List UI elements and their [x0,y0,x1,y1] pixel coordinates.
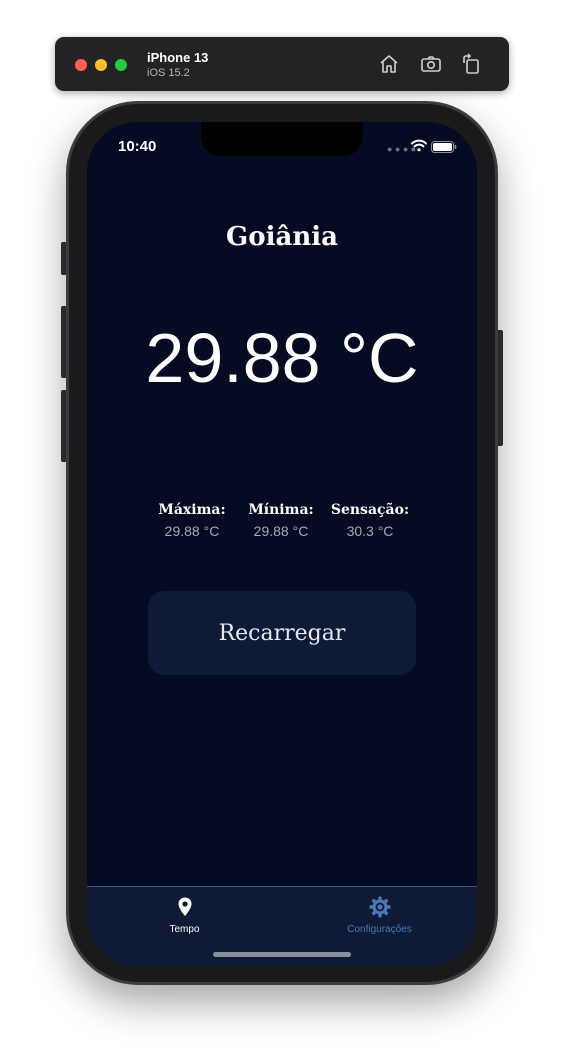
minimize-window-button[interactable] [95,59,107,71]
battery-icon [431,140,457,158]
rotate-icon[interactable] [459,52,483,76]
screenshot-icon[interactable] [419,52,443,76]
device-name: iPhone 13 [147,50,209,65]
os-version: iOS 15.2 [147,67,190,79]
current-temperature: 29.88 °C [145,319,419,397]
notch [201,122,363,156]
zoom-window-button[interactable] [115,59,127,71]
home-icon[interactable] [377,52,401,76]
status-time: 10:40 [118,138,157,155]
stat-feels-like-label: Sensação: [330,502,410,518]
tab-weather[interactable]: Tempo [87,887,282,957]
location-pin-icon [173,895,197,919]
stat-feels-like-value: 30.3 °C [346,523,394,539]
simulator-window: iPhone 13 iOS 15.2 10:40 ● ● ● ● Goiânia… [0,0,564,1062]
city-name: Goiânia [226,222,338,252]
tab-weather-label: Tempo [169,924,200,935]
close-window-button[interactable] [75,59,87,71]
status-icons: ● ● ● ● [387,139,457,154]
wifi-icon [411,139,427,157]
tab-settings[interactable]: Configurações [282,887,477,957]
home-indicator [213,952,351,957]
stat-feels-like: Sensação: 30.3 °C [315,502,425,539]
gear-icon [368,895,392,919]
app-screen: 10:40 ● ● ● ● Goiânia 29.88 °C Máxima: 2… [87,122,477,966]
simulator-toolbar: iPhone 13 iOS 15.2 [55,37,509,91]
reload-button[interactable]: Recarregar [148,591,416,675]
tab-settings-label: Configurações [347,924,412,935]
